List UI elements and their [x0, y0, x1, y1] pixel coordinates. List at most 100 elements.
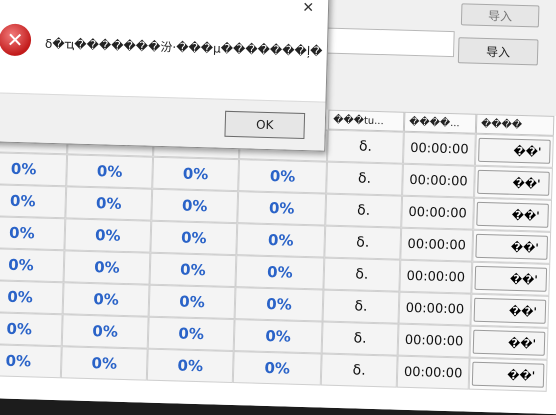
progress-percent: 0% — [95, 194, 122, 213]
progress-percent: 0% — [264, 358, 291, 378]
progress-percent: 0% — [8, 255, 34, 275]
progress-percent: 0% — [177, 356, 204, 376]
progress-percent: 0% — [180, 228, 207, 248]
progress-percent: 0% — [92, 322, 119, 341]
progress-percent: 0% — [96, 162, 123, 181]
elapsed-time: 00:00:00 — [405, 300, 465, 317]
status-text: δ. — [355, 266, 369, 283]
progress-percent: 0% — [182, 164, 209, 184]
progress-percent: 0% — [266, 262, 293, 282]
progress-percent: 0% — [9, 191, 36, 211]
row-action-button[interactable]: ��' — [478, 137, 551, 164]
table-cell-c3: 0% — [152, 156, 240, 192]
ok-button[interactable]: OK — [224, 110, 306, 140]
progress-percent: 0% — [267, 230, 294, 250]
table-cell-c3: 0% — [150, 220, 238, 256]
table-cell-c2: 0% — [66, 154, 154, 189]
table-cell-status: δ. — [325, 193, 403, 228]
table-cell-c3: 0% — [148, 284, 236, 320]
table-cell-action: ��' — [468, 357, 548, 392]
dialog-message: δ�ҵ�������汾·���µ�������ļ� — [44, 36, 323, 59]
table-cell-c3: 0% — [151, 188, 239, 224]
table-cell-time: 00:00:00 — [397, 323, 471, 358]
table-cell-c2: 0% — [60, 346, 148, 381]
progress-percent: 0% — [181, 196, 208, 216]
elapsed-time: 00:00:00 — [409, 172, 468, 190]
table-cell-c2: 0% — [65, 186, 153, 221]
column-header-action[interactable]: ���� — [475, 113, 555, 136]
table-cell-action: ��' — [473, 197, 553, 232]
import-button[interactable]: 导入 — [457, 37, 539, 66]
progress-percent: 0% — [269, 167, 296, 186]
top-button[interactable]: 导入 — [460, 3, 540, 28]
table-cell-action: ��' — [474, 133, 554, 168]
status-text: δ. — [357, 170, 372, 187]
table-cell-c1: 0% — [0, 247, 65, 283]
table-cell-c1: 0% — [0, 343, 62, 379]
table-cell-c4: 0% — [232, 351, 322, 386]
progress-percent: 0% — [94, 226, 121, 245]
row-action-button[interactable]: ��' — [471, 361, 545, 388]
table-cell-c3: 0% — [149, 252, 237, 288]
table-cell-time: 00:00:00 — [396, 355, 470, 390]
row-action-button[interactable]: ��' — [473, 297, 547, 324]
error-icon: ✕ — [0, 23, 32, 57]
table-cell-status: δ. — [324, 225, 402, 260]
table-cell-action: ��' — [472, 229, 552, 264]
table-cell-c2: 0% — [64, 218, 152, 253]
table-cell-c1: 0% — [0, 215, 66, 251]
table-cell-c1: 0% — [0, 183, 67, 219]
progress-percent: 0% — [10, 159, 37, 179]
table-cell-action: ��' — [471, 261, 551, 296]
table-cell-c3: 0% — [146, 348, 234, 384]
table-cell-c1: 0% — [0, 311, 63, 347]
table-cell-c4: 0% — [235, 255, 325, 290]
error-dialog: ✕ ✕ δ�ҵ�������汾·���µ�������ļ� OK — [0, 0, 330, 152]
table-cell-c4: 0% — [234, 287, 324, 322]
close-icon[interactable]: ✕ — [302, 0, 314, 16]
table-cell-c4: 0% — [237, 191, 327, 226]
table-cell-time: 00:00:00 — [400, 227, 474, 262]
progress-percent: 0% — [266, 294, 292, 314]
table-cell-time: 00:00:00 — [402, 131, 476, 166]
table-cell-time: 00:00:00 — [401, 195, 475, 230]
status-text: δ. — [354, 298, 368, 315]
progress-percent: 0% — [8, 223, 35, 243]
row-action-button[interactable]: ��' — [474, 265, 548, 292]
progress-percent: 0% — [91, 354, 118, 373]
row-action-button[interactable]: ��' — [475, 233, 549, 260]
table-cell-action: ��' — [474, 165, 553, 200]
table-cell-action: ��' — [470, 293, 550, 328]
table-cell-status: δ. — [322, 289, 400, 324]
table-cell-c2: 0% — [61, 314, 149, 349]
progress-percent: 0% — [265, 326, 292, 346]
table-cell-time: 00:00:00 — [402, 163, 475, 198]
progress-percent: 0% — [178, 324, 205, 344]
column-header-time[interactable]: ����... — [403, 111, 477, 134]
path-field[interactable] — [314, 27, 455, 58]
row-action-button[interactable]: ��' — [472, 329, 546, 356]
progress-percent: 0% — [93, 290, 120, 309]
row-action-button[interactable]: ��' — [477, 169, 550, 196]
table-cell-action: ��' — [469, 325, 549, 360]
table-cell-c2: 0% — [62, 282, 150, 317]
table-cell-status: δ. — [327, 129, 404, 164]
status-text: δ. — [356, 202, 371, 219]
elapsed-time: 00:00:00 — [403, 364, 463, 381]
progress-percent: 0% — [93, 258, 120, 277]
row-action-button[interactable]: ��' — [476, 201, 549, 228]
status-text: δ. — [356, 234, 370, 251]
table-cell-c2: 0% — [63, 250, 151, 285]
status-text: δ. — [353, 330, 367, 347]
progress-percent: 0% — [179, 292, 206, 312]
elapsed-time: 00:00:00 — [404, 332, 464, 349]
table-cell-c1: 0% — [0, 279, 64, 315]
progress-percent: 0% — [6, 319, 33, 339]
elapsed-time: 00:00:00 — [406, 268, 466, 285]
column-header-status[interactable]: ���tu... — [327, 109, 405, 132]
table-cell-status: δ. — [320, 353, 398, 388]
progress-percent: 0% — [5, 351, 32, 371]
elapsed-time: 00:00:00 — [408, 204, 468, 222]
table-cell-c4: 0% — [233, 319, 323, 354]
table-cell-status: δ. — [326, 161, 403, 196]
